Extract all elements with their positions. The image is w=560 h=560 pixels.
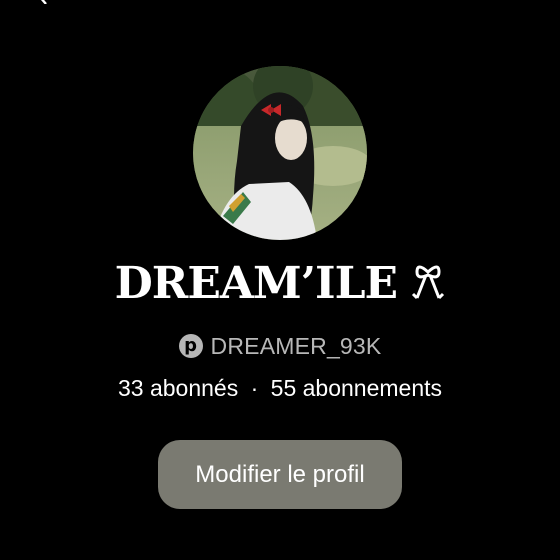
followers-count[interactable]: 33 abonnés: [118, 375, 238, 401]
profile-photo: [193, 66, 367, 240]
stats-separator: ·: [250, 375, 259, 401]
share-icon[interactable]: [514, 0, 528, 4]
profile-avatar[interactable]: [193, 66, 367, 240]
following-count[interactable]: 55 abonnements: [271, 375, 442, 401]
follow-stats: 33 abonnés · 55 abonnements: [0, 372, 560, 404]
edit-profile-button[interactable]: Modifier le profil: [158, 440, 402, 509]
display-name: DREAM’ILE: [0, 252, 560, 316]
username: DREAMER_93K: [210, 332, 382, 359]
username-row: p DREAMER_93K: [0, 330, 560, 362]
display-name-text: DREAM’ILE: [114, 258, 398, 309]
ribbon-icon: [411, 258, 445, 309]
pinterest-icon: p: [178, 334, 203, 358]
chevron-left-icon[interactable]: [36, 0, 50, 4]
